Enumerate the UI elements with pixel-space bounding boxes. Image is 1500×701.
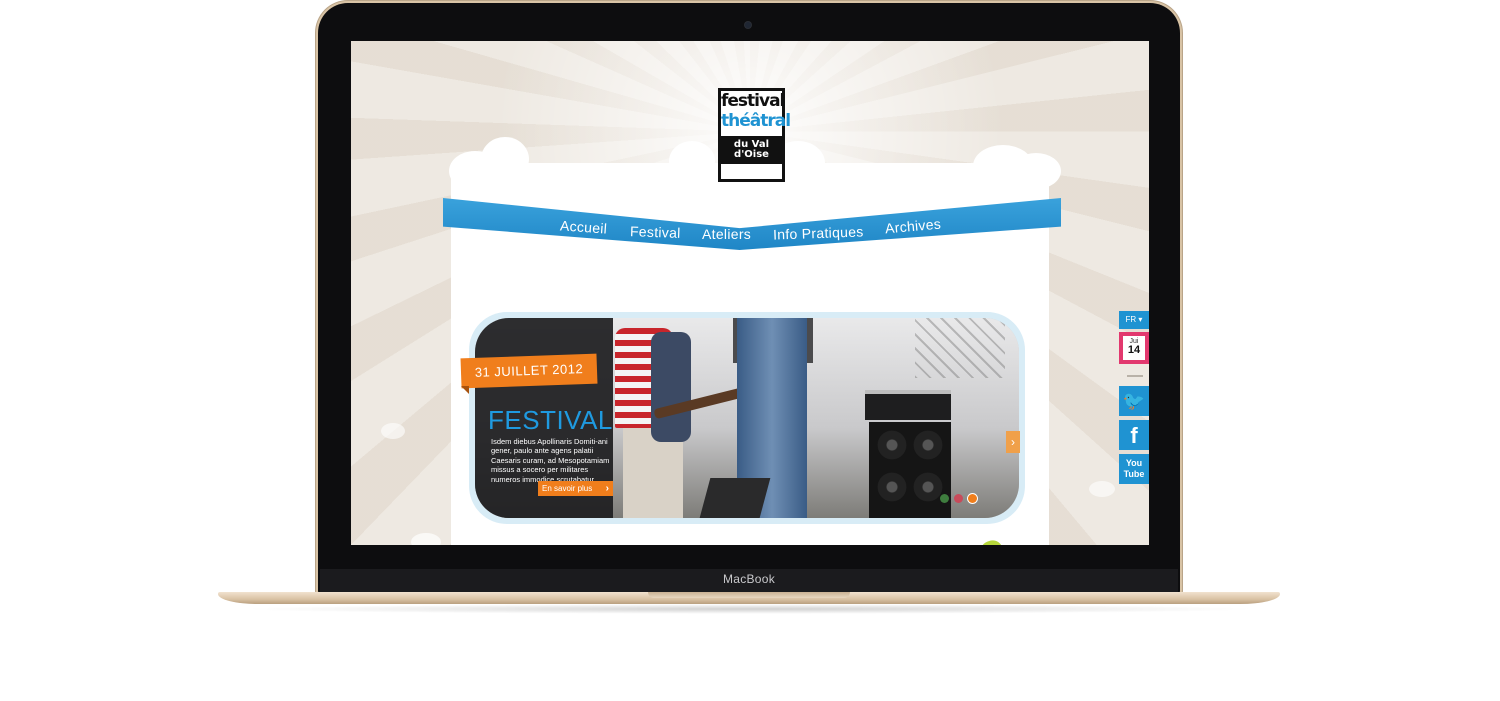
facebook-icon: f — [1130, 423, 1138, 448]
calendar-day: 14 — [1127, 344, 1141, 356]
macbook-shadow — [240, 604, 1260, 614]
slider-dot-3-active[interactable] — [968, 494, 977, 503]
read-more-button[interactable]: En savoir plus › — [538, 481, 613, 496]
cloud-bg — [411, 533, 441, 545]
guitarist-jacket — [651, 332, 691, 442]
chevron-right-icon: › — [605, 483, 609, 494]
nav-item-archives[interactable]: Archives — [884, 216, 941, 237]
nav-item-info-pratiques[interactable]: Info Pratiques — [773, 223, 864, 242]
logo-line-festival: festival — [721, 91, 785, 111]
logo-line-val-doise: du Val d'Oise — [721, 136, 782, 164]
speaker-cone — [913, 430, 943, 460]
speaker-cone — [913, 472, 943, 502]
speaker-cone — [877, 430, 907, 460]
nav-item-ateliers[interactable]: Ateliers — [702, 226, 751, 242]
logo-line-theatral: théâtral — [721, 111, 791, 131]
slide-date-tag: 31 JUILLET 2012 — [460, 353, 598, 389]
calendar-button[interactable]: Jui 14 — [1119, 332, 1149, 364]
stage-truss — [915, 318, 1005, 378]
speaker-cone — [877, 472, 907, 502]
nav-item-accueil[interactable]: Accueil — [559, 217, 607, 236]
youtube-icon-line1: You — [1125, 458, 1143, 468]
site-logo[interactable]: festival théâtral du Val d'Oise — [718, 88, 791, 182]
macbook-brand-label: MacBook — [722, 572, 776, 586]
sidebar-divider — [1127, 375, 1143, 377]
slide-title: FESTIVAL — [488, 405, 613, 435]
macbook-notch — [648, 592, 850, 598]
cloud-bg — [381, 423, 405, 439]
twitter-bird-icon: 🐦 — [1122, 391, 1146, 411]
stage: festival théâtral du Val d'Oise Accueil … — [0, 0, 1500, 701]
twitter-button[interactable]: 🐦 — [1119, 386, 1149, 416]
read-more-label: En savoir plus — [542, 484, 593, 493]
slider-dot-2[interactable] — [954, 494, 963, 503]
date-tag-fold — [461, 386, 469, 394]
website-screen: festival théâtral du Val d'Oise Accueil … — [351, 41, 1149, 545]
cloud-bg — [1089, 481, 1115, 497]
speaker-cabinet — [869, 422, 951, 518]
youtube-button[interactable]: You Tube — [1119, 454, 1149, 484]
slide-description: Isdem diebus Apollinaris Domiti-ani gene… — [491, 437, 610, 484]
nav-item-festival[interactable]: Festival — [630, 223, 681, 241]
slider-next-button[interactable]: › — [1006, 431, 1020, 453]
facebook-button[interactable]: f — [1119, 420, 1149, 450]
calendar-icon: Jui 14 — [1123, 336, 1145, 360]
youtube-icon-line2: Tube — [1123, 469, 1145, 479]
amp-head — [865, 390, 951, 420]
floor-monitor — [699, 478, 771, 518]
main-nav: Accueil Festival Ateliers Info Pratiques… — [551, 213, 951, 253]
language-selector[interactable]: FR ▾ — [1119, 311, 1149, 329]
camera-icon — [745, 22, 751, 28]
slider-dot-1[interactable] — [940, 494, 949, 503]
